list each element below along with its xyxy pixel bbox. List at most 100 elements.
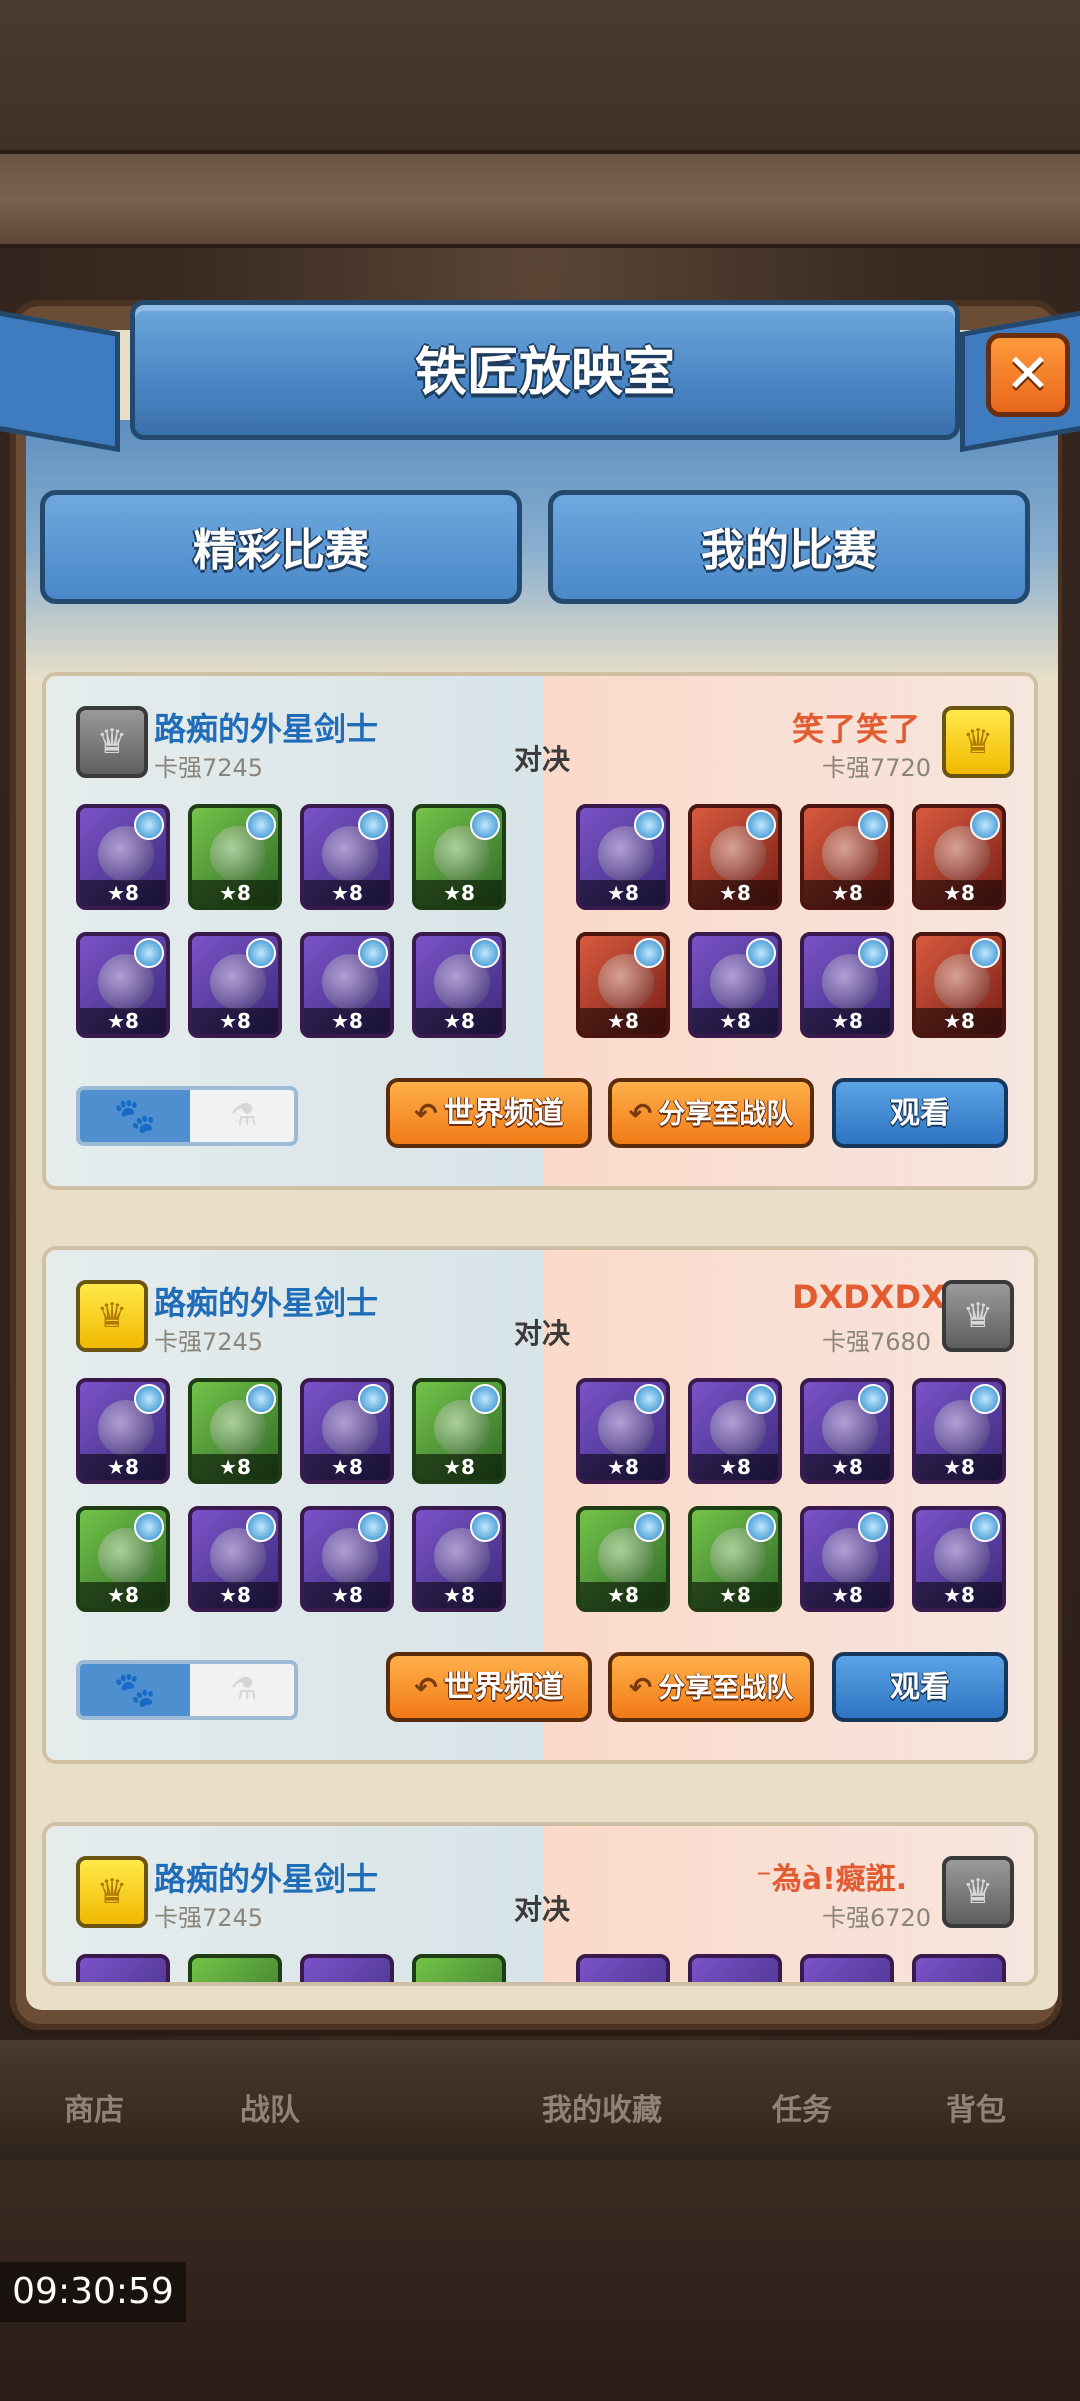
gem-icon [970, 938, 1000, 968]
view-mode-toggle[interactable]: 🐾 ⚗ [76, 1086, 298, 1146]
gem-icon [246, 810, 276, 840]
gem-icon [358, 810, 388, 840]
share-team-button[interactable]: ↶ 分享至战队 [608, 1652, 814, 1722]
gem-icon [246, 938, 276, 968]
hero-card[interactable]: ★8 [688, 1378, 782, 1484]
gem-icon [358, 1512, 388, 1542]
paw-icon[interactable]: 🐾 [80, 1090, 190, 1142]
gem-icon [746, 1384, 776, 1414]
gem-icon [858, 1384, 888, 1414]
hero-card[interactable]: ★8 [412, 932, 506, 1038]
vs-label: 对决 [514, 743, 571, 776]
hero-card[interactable]: ★8 [912, 1506, 1006, 1612]
nav-collection[interactable]: 我的收藏 [542, 2085, 662, 2129]
hero-card[interactable]: ★8 [688, 804, 782, 910]
rank-badge-gold-icon: ♛ [76, 1280, 148, 1352]
hero-card[interactable]: ★8 [800, 804, 894, 910]
match-card-2: ♛ 路痴的外星剑士 卡强7245 对决 DXDXDX 卡强7680 ♛ ★8 ★… [42, 1246, 1038, 1764]
share-team-button[interactable]: ↶ 分享至战队 [608, 1078, 814, 1148]
gem-icon [634, 1384, 664, 1414]
watch-button[interactable]: 观看 [832, 1652, 1008, 1722]
nav-shop[interactable]: 商店 [64, 2085, 124, 2129]
hero-card[interactable]: ★8 [912, 1378, 1006, 1484]
close-button[interactable]: ✕ [986, 333, 1070, 417]
nav-tasks[interactable]: 任务 [772, 2085, 832, 2129]
gem-icon [970, 1384, 1000, 1414]
hero-card[interactable]: ★8 [688, 932, 782, 1038]
nav-team[interactable]: 战队 [240, 2085, 300, 2129]
tab-my-matches[interactable]: 我的比赛 [548, 490, 1030, 604]
bottom-nav [0, 2040, 1080, 2160]
left-player-power: 卡强7245 [154, 754, 264, 782]
paw-icon[interactable]: 🐾 [80, 1664, 190, 1716]
hero-card[interactable]: ★8 [912, 932, 1006, 1038]
right-player-power: 卡强6720 [822, 1904, 932, 1932]
gem-icon [134, 1512, 164, 1542]
left-player-name: 路痴的外星剑士 [154, 710, 379, 748]
hero-card[interactable] [688, 1954, 782, 1982]
hero-card[interactable]: ★8 [688, 1506, 782, 1612]
hero-card[interactable]: ★8 [188, 804, 282, 910]
hero-card[interactable]: ★8 [576, 804, 670, 910]
left-player-power: 卡强7245 [154, 1904, 264, 1932]
left-player-name: 路痴的外星剑士 [154, 1284, 379, 1322]
hero-card[interactable] [300, 1954, 394, 1982]
share-arrow-icon: ↶ [414, 1097, 438, 1130]
tab-highlights[interactable]: 精彩比赛 [40, 490, 522, 604]
world-channel-button[interactable]: ↶ 世界频道 [386, 1078, 592, 1148]
hero-card[interactable]: ★8 [412, 1506, 506, 1612]
hero-card[interactable] [800, 1954, 894, 1982]
rank-badge-gold-icon: ♛ [942, 706, 1014, 778]
hero-card[interactable]: ★8 [300, 932, 394, 1038]
hero-card[interactable]: ★8 [300, 1378, 394, 1484]
gem-icon [246, 1384, 276, 1414]
gem-icon [970, 810, 1000, 840]
hero-card[interactable] [76, 1954, 170, 1982]
hero-card[interactable]: ★8 [300, 1506, 394, 1612]
hero-card[interactable]: ★8 [188, 1506, 282, 1612]
potion-icon[interactable]: ⚗ [190, 1664, 294, 1716]
view-mode-toggle[interactable]: 🐾 ⚗ [76, 1660, 298, 1720]
gem-icon [470, 1512, 500, 1542]
gem-icon [470, 1384, 500, 1414]
hero-card[interactable]: ★8 [188, 1378, 282, 1484]
hero-card[interactable]: ★8 [412, 804, 506, 910]
match-card-1: ♛ 路痴的外星剑士 卡强7245 对决 笑了笑了 卡强7720 ♛ ★8 ★8 … [42, 672, 1038, 1190]
nav-bag[interactable]: 背包 [946, 2085, 1006, 2129]
hero-card[interactable] [188, 1954, 282, 1982]
hero-card[interactable]: ★8 [76, 932, 170, 1038]
hero-card[interactable]: ★8 [576, 1506, 670, 1612]
watch-button[interactable]: 观看 [832, 1078, 1008, 1148]
clock: 09:30:59 [0, 2262, 186, 2322]
hero-card[interactable]: ★8 [76, 804, 170, 910]
gem-icon [470, 938, 500, 968]
hero-card[interactable]: ★8 [300, 804, 394, 910]
potion-icon[interactable]: ⚗ [190, 1090, 294, 1142]
hero-card[interactable]: ★8 [800, 932, 894, 1038]
gem-icon [134, 810, 164, 840]
gem-icon [634, 1512, 664, 1542]
hero-card[interactable]: ★8 [576, 1378, 670, 1484]
hero-card[interactable]: ★8 [412, 1378, 506, 1484]
rank-badge-silver-icon: ♛ [76, 706, 148, 778]
share-arrow-icon: ↶ [628, 1671, 653, 1704]
hero-card[interactable]: ★8 [576, 932, 670, 1038]
hero-card[interactable]: ★8 [188, 932, 282, 1038]
hero-card[interactable] [412, 1954, 506, 1982]
hero-card[interactable]: ★8 [800, 1506, 894, 1612]
left-player-power: 卡强7245 [154, 1328, 264, 1356]
rank-badge-gold-icon: ♛ [76, 1856, 148, 1928]
gem-icon [634, 938, 664, 968]
hero-card[interactable] [912, 1954, 1006, 1982]
share-arrow-icon: ↶ [628, 1097, 653, 1130]
hero-card[interactable] [576, 1954, 670, 1982]
hero-card[interactable]: ★8 [76, 1378, 170, 1484]
gem-icon [746, 938, 776, 968]
hero-card[interactable]: ★8 [912, 804, 1006, 910]
gem-icon [358, 1384, 388, 1414]
dialog-title: 铁匠放映室 [414, 343, 675, 403]
gem-icon [970, 1512, 1000, 1542]
hero-card[interactable]: ★8 [76, 1506, 170, 1612]
hero-card[interactable]: ★8 [800, 1378, 894, 1484]
world-channel-button[interactable]: ↶ 世界频道 [386, 1652, 592, 1722]
